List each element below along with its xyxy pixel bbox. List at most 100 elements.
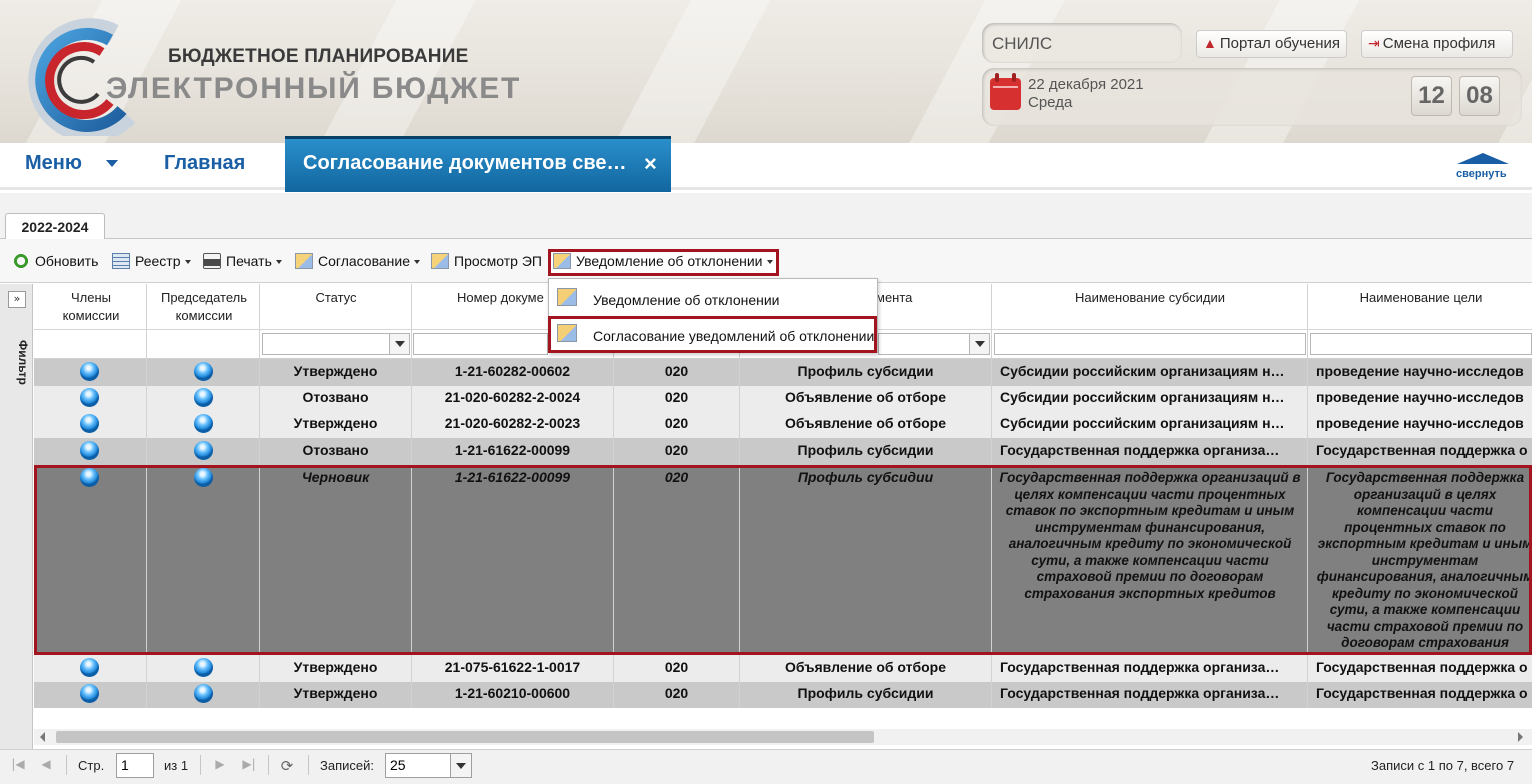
filter-panel-label[interactable]: Фильтр [16,340,30,385]
cell-number: 21-020-60282-2-0024 [444,389,581,405]
tab-year-2022-2024[interactable]: 2022-2024 [5,213,105,239]
commission-chair-status-icon[interactable] [194,414,213,433]
chevron-down-icon[interactable] [106,160,118,167]
cell-subsidy: Субсидии российским организациям н… [1000,363,1285,379]
brand-subtitle: БЮДЖЕТНОЕ ПЛАНИРОВАНИЕ [168,46,469,67]
cell-subsidy: Субсидии российским организациям н… [1000,415,1285,431]
registry-label: Реестр [135,253,181,269]
cell-subsidy: Государственная поддержка организа… [1000,442,1280,458]
menu-item-highlight [548,316,877,353]
commission-member-status-icon[interactable] [80,362,99,381]
rejection-notice-button[interactable]: Уведомление об отклонении [553,253,773,273]
cell-doc-type: Профиль субсидии [797,685,934,701]
cell-status: Отозвано [302,442,369,458]
cell-goal: Государственная поддержка о [1316,685,1528,701]
column-header-commission-members[interactable]: Члены комиссии [58,289,124,325]
column-header-status[interactable]: Статус [262,289,410,307]
cell-number: 1-21-61622-00099 [454,442,571,458]
cell-status: Утверждено [293,415,378,431]
dropdown-arrow-icon [184,260,191,264]
cell-status: Отозвано [302,389,369,405]
commission-chair-status-icon[interactable] [194,388,213,407]
last-page-icon[interactable]: ▶| [241,757,257,773]
scrollbar-thumb[interactable] [56,731,874,743]
first-page-icon[interactable]: |◀ [10,757,26,773]
nav-home[interactable]: Главная [164,152,245,175]
nav-active-tab-label[interactable]: Согласование документов све… [303,152,627,175]
refresh-button[interactable]: Обновить [12,253,98,273]
commission-chair-status-icon[interactable] [194,684,213,703]
column-header-commission-chair[interactable]: Председатель комиссии [153,289,255,325]
commission-chair-status-icon[interactable] [194,658,213,677]
page-count-label: из 1 [164,758,189,773]
menu-item-rejection-notice[interactable]: Уведомление об отклонении [593,292,780,308]
separator [200,755,201,775]
commission-member-status-icon[interactable] [80,414,99,433]
commission-member-status-icon[interactable] [80,388,99,407]
column-header-goal-name[interactable]: Наименование цели [1310,289,1532,307]
document-icon [431,253,449,269]
commission-chair-status-icon[interactable] [194,441,213,460]
records-per-page-select[interactable]: 25 [385,753,472,778]
print-label: Печать [226,253,272,269]
refresh-page-icon[interactable]: ⟳ [279,757,295,775]
document-icon [553,253,571,269]
chevron-down-icon[interactable] [969,334,989,354]
cell-subsidy: Государственная поддержка организа… [1000,685,1280,701]
approval-label: Согласование [318,253,410,269]
training-portal-label: Портал обучения [1219,35,1341,52]
calendar-icon [990,73,1021,110]
cell-goal: Государственная поддержка о [1316,659,1528,675]
cell-status: Утверждено [293,659,378,675]
training-portal-button[interactable]: ▲ Портал обучения [1196,30,1347,58]
cell-code: 020 [664,415,689,431]
snils-field[interactable]: СНИЛС [982,23,1182,63]
page-number-input[interactable]: 1 [116,753,154,778]
print-button[interactable]: Печать [203,253,282,273]
scroll-right-icon[interactable] [1518,732,1523,742]
next-page-icon[interactable]: ▶ [212,757,228,773]
collapse-link[interactable]: свернуть [1456,168,1507,180]
current-date: 22 декабря 2021 [1028,76,1144,93]
commission-member-status-icon[interactable] [80,658,99,677]
graduation-cap-icon: ▲ [1203,35,1217,51]
status-filter-combo[interactable] [262,333,410,355]
dropdown-arrow-icon [275,260,282,264]
chevron-down-icon[interactable] [389,334,409,354]
clock-minutes: 08 [1459,76,1500,116]
page-label: Стр. [78,758,105,773]
cell-number: 1-21-60210-00600 [454,685,571,701]
cell-number: 1-21-60282-00602 [454,363,571,379]
nav-menu[interactable]: Меню [25,152,82,175]
number-filter-input[interactable] [413,333,548,355]
current-weekday: Среда [1028,94,1073,111]
chevron-down-icon[interactable] [450,754,471,777]
cell-status: Утверждено [293,685,378,701]
cell-doc-type: Объявление об отборе [784,415,947,431]
commission-chair-status-icon[interactable] [194,362,213,381]
column-header-doc-type[interactable]: мента [876,289,936,307]
collapse-arrow-icon[interactable] [1457,153,1509,164]
dropdown-arrow-icon [414,260,420,264]
cell-doc-type: Объявление об отборе [784,659,947,675]
close-tab-icon[interactable]: × [644,151,657,177]
goal-filter-input[interactable] [1310,333,1532,355]
cell-goal: проведение научно-исследов [1316,389,1524,405]
doc-type-filter-combo[interactable] [878,333,990,355]
commission-member-status-icon[interactable] [80,441,99,460]
cell-subsidy: Государственная поддержка организа… [1000,659,1280,675]
prev-page-icon[interactable]: ◀ [38,757,54,773]
records-summary: Записи с 1 по 7, всего 7 [1371,758,1515,773]
expand-filter-icon[interactable]: » [8,291,26,308]
commission-member-status-icon[interactable] [80,684,99,703]
approval-button[interactable]: Согласование [295,253,420,273]
subsidy-filter-input[interactable] [994,333,1306,355]
cell-goal: проведение научно-исследов [1316,363,1524,379]
refresh-label: Обновить [35,253,99,269]
switch-profile-button[interactable]: ⇥ Смена профиля [1361,30,1513,58]
scroll-left-icon[interactable] [40,732,45,742]
view-signature-button[interactable]: Просмотр ЭП [431,253,542,273]
column-header-subsidy-name[interactable]: Наименование субсидии [994,289,1306,307]
registry-button[interactable]: Реестр [112,253,191,273]
view-signature-label: Просмотр ЭП [454,253,542,269]
